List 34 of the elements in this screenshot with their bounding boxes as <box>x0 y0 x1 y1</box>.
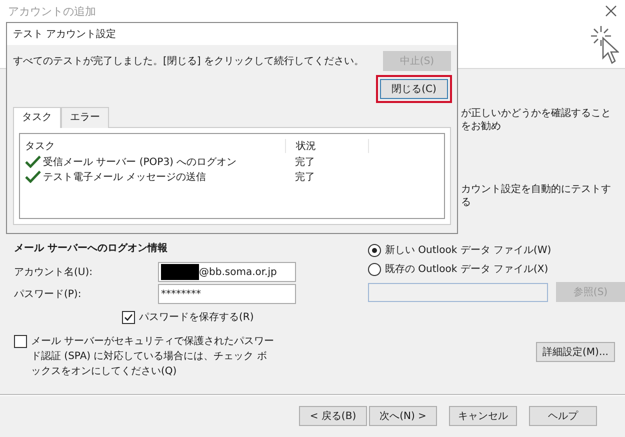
footer-button[interactable]: 次へ(N) > <box>369 406 437 426</box>
footer-button[interactable]: < 戻る(B) <box>299 406 367 426</box>
save-password-label: パスワードを保存する(R) <box>139 311 254 324</box>
column-header[interactable]: 状況 <box>286 138 369 152</box>
task-name: 受信メール サーバー (POP3) へのログオン <box>43 156 237 168</box>
save-password-checkbox[interactable] <box>122 311 135 324</box>
sparkle-cursor-icon <box>589 24 619 66</box>
tab[interactable]: エラー <box>61 107 109 128</box>
advanced-settings-button[interactable]: 詳細設定(M)... <box>536 342 615 362</box>
footer-button[interactable]: ヘルプ <box>529 406 597 426</box>
spa-checkbox[interactable] <box>14 335 27 348</box>
radio-label: 既存の Outlook データ ファイル(X) <box>385 263 548 276</box>
section-heading: メール サーバーへのログオン情報 <box>14 242 168 255</box>
auto-test-text: カウント設定を自動的にテストする <box>461 183 612 209</box>
task-name: テスト電子メール メッセージの送信 <box>43 170 206 184</box>
column-header[interactable]: タスク <box>25 138 286 152</box>
window-title: アカウントの追加 <box>8 4 96 18</box>
radio-button[interactable] <box>368 263 381 276</box>
dialog-title: テスト アカウント設定 <box>13 28 116 41</box>
password-label: パスワード(P): <box>14 288 82 301</box>
radio-label: 新しい Outlook データ ファイル(W) <box>385 244 552 257</box>
task-status: 完了 <box>294 170 316 184</box>
recommend-text: が正しいかどうかを確認することをお勧め <box>461 107 612 133</box>
tab[interactable]: タスク <box>13 107 61 128</box>
footer-button[interactable]: キャンセル <box>449 406 517 426</box>
account-name-field[interactable]: @bb.soma.or.jp <box>158 262 296 282</box>
account-name-label: アカウント名(U): <box>14 266 94 279</box>
file-path-field[interactable] <box>368 282 548 302</box>
radio-button[interactable] <box>368 244 381 257</box>
status-message: すべてのテストが完了しました。[閉じる] をクリックして続行してください。 <box>13 54 364 68</box>
task-status: 完了 <box>294 156 316 168</box>
password-field[interactable]: ******** <box>158 284 296 304</box>
close-icon[interactable] <box>605 5 617 17</box>
spa-label: メール サーバーがセキュリティで保護されたパスワード認証 (SPA) に対応している場合には、チェック ボックスをオンにしてください(Q) <box>31 334 276 379</box>
